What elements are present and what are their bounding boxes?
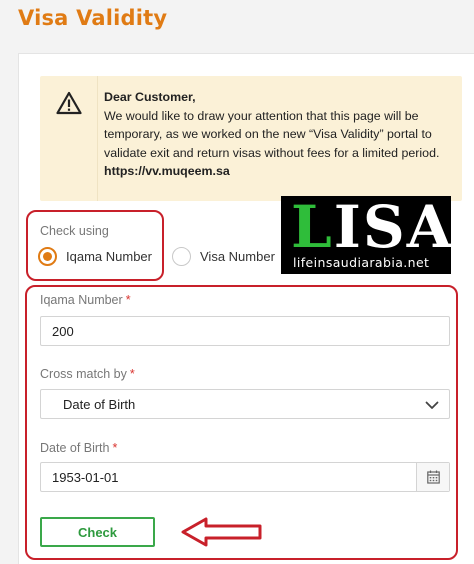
notice-banner: Dear Customer, We would like to draw you… [40,76,462,201]
check-button[interactable]: Check [40,517,155,547]
iqama-number-label-text: Iqama Number [40,293,123,307]
cross-match-label: Cross match by * [40,367,135,381]
lisa-logo-site: lifeinsaudiarabia.net [293,255,430,270]
radio-label-iqama: Iqama Number [66,249,152,264]
page-title: Visa Validity [18,6,168,30]
cross-match-label-text: Cross match by [40,367,127,381]
radio-unselected-indicator[interactable] [172,247,191,266]
date-of-birth-label-text: Date of Birth [40,441,110,455]
required-marker: * [125,293,131,307]
calendar-icon [426,470,440,484]
radio-visa-number[interactable]: Visa Number [172,247,275,266]
lisa-watermark-logo: LISA lifeinsaudiarabia.net [281,196,454,274]
annotation-arrow-left-icon [181,517,262,547]
cross-match-select[interactable]: Date of Birth [40,389,450,419]
date-of-birth-label: Date of Birth * [40,441,117,455]
lisa-logo-wordmark: LISA [291,198,454,256]
notice-link[interactable]: https://vv.muqeem.sa [104,162,456,181]
check-using-label: Check using [40,224,109,238]
required-marker: * [129,367,135,381]
warning-icon [56,91,82,115]
radio-iqama-number[interactable]: Iqama Number [38,247,152,266]
cross-match-value: Date of Birth [63,396,136,412]
highlight-check-using [26,210,164,281]
date-of-birth-value: 1953-01-01 [52,469,119,485]
notice-text: Dear Customer, We would like to draw you… [104,88,456,181]
iqama-number-value: 200 [52,323,74,339]
radio-dot [43,252,52,261]
notice-icon-area [40,76,98,201]
iqama-number-input[interactable]: 200 [40,316,450,346]
notice-heading: Dear Customer, [104,90,196,104]
radio-label-visa: Visa Number [200,249,275,264]
calendar-button[interactable] [416,463,449,491]
lisa-logo-letters: ISA [333,193,454,261]
lisa-logo-letter-l: L [291,193,334,261]
notice-body: We would like to draw your attention tha… [104,108,440,160]
required-marker: * [112,441,118,455]
radio-selected-indicator[interactable] [38,247,57,266]
iqama-number-label: Iqama Number * [40,293,131,307]
chevron-down-icon[interactable] [425,398,439,412]
date-of-birth-input[interactable]: 1953-01-01 [40,462,450,492]
